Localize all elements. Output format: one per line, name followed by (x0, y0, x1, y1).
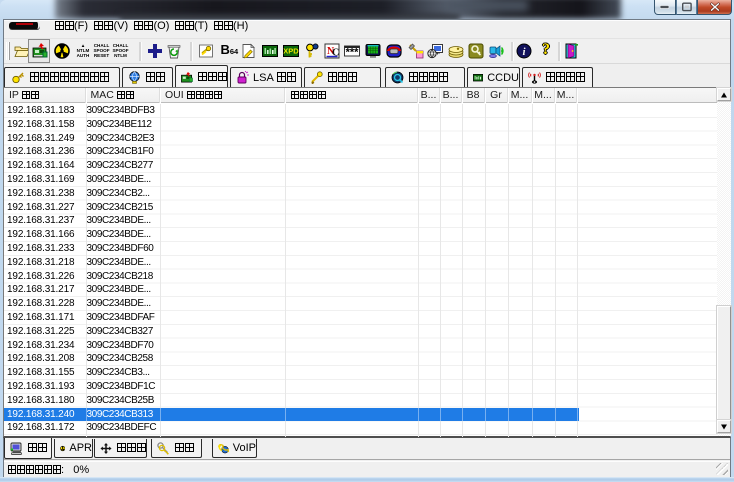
svg-text:XPD: XPD (283, 47, 299, 56)
svg-text:***: *** (346, 47, 360, 59)
